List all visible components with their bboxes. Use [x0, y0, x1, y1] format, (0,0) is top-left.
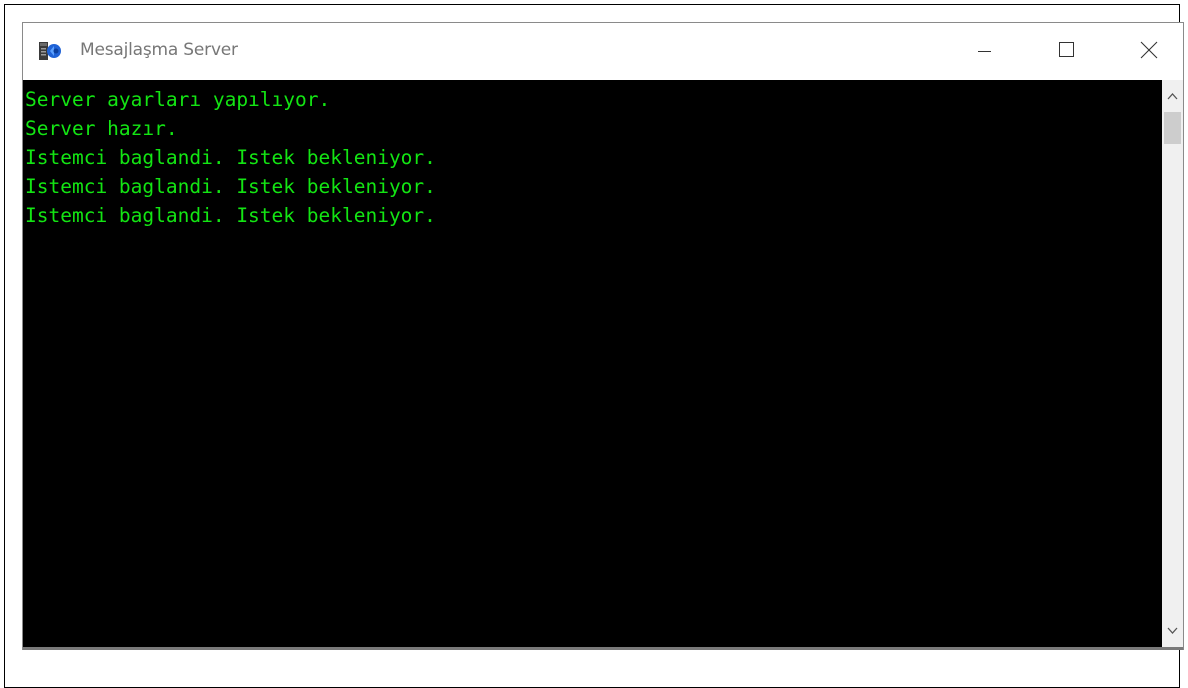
scroll-thumb[interactable]: [1164, 112, 1181, 144]
close-icon: [1140, 41, 1158, 59]
scroll-down-button[interactable]: [1162, 620, 1183, 640]
chevron-up-icon: [1167, 93, 1178, 100]
window-bottom-edge: [23, 647, 1183, 650]
console-line: Istemci baglandi. Istek bekleniyor.: [25, 175, 436, 198]
console-line: Server ayarları yapılıyor.: [25, 88, 331, 111]
title-bar[interactable]: Mesajlaşma Server: [23, 23, 1183, 80]
scroll-up-button[interactable]: [1162, 86, 1183, 106]
window-title: Mesajlaşma Server: [80, 40, 238, 60]
chevron-down-icon: [1167, 627, 1178, 634]
console-lines: Server ayarları yapılıyor. Server hazır.…: [25, 85, 436, 230]
close-button[interactable]: [1125, 23, 1171, 80]
maximize-icon: [1059, 42, 1074, 57]
console-output[interactable]: Server ayarları yapılıyor. Server hazır.…: [23, 80, 1162, 649]
console-line: Istemci baglandi. Istek bekleniyor.: [25, 204, 436, 227]
console-app-icon[interactable]: [38, 40, 62, 62]
maximize-button[interactable]: [1043, 23, 1089, 80]
minimize-icon: [978, 51, 991, 52]
console-line: Istemci baglandi. Istek bekleniyor.: [25, 146, 436, 169]
console-line: Server hazır.: [25, 117, 178, 140]
minimize-button[interactable]: [961, 23, 1007, 80]
vertical-scrollbar[interactable]: [1162, 80, 1183, 649]
console-window: Mesajlaşma Server Server ayarları yapılı…: [22, 22, 1184, 650]
